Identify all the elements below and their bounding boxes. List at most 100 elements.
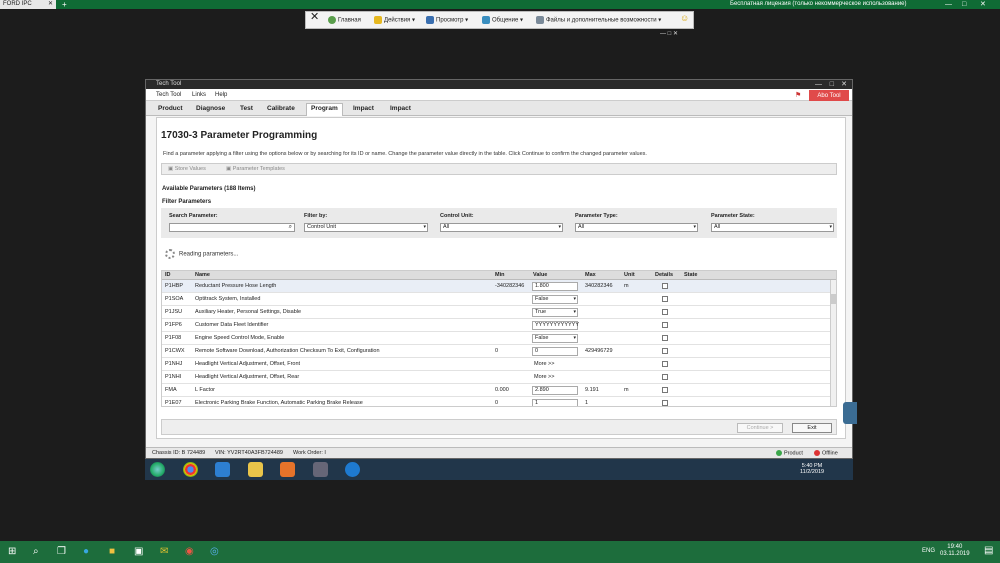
details-checkbox[interactable] — [662, 309, 668, 315]
maximize-icon[interactable]: □ — [668, 31, 672, 37]
details-checkbox[interactable] — [662, 361, 668, 367]
search-icon[interactable]: ⌕ — [289, 224, 292, 231]
maximize-icon[interactable]: □ — [830, 80, 834, 89]
minimize-icon[interactable]: — — [815, 80, 822, 89]
col-value[interactable]: Value — [533, 272, 547, 278]
menu-help[interactable]: Help — [215, 91, 227, 99]
tab-impact-2[interactable]: Impact — [386, 104, 415, 114]
col-state[interactable]: State — [684, 272, 697, 278]
mail-icon[interactable]: ✉ — [160, 545, 168, 559]
table-row[interactable]: P1HBP Reductant Pressure Hose Length -3402… — [162, 280, 836, 293]
smile-icon[interactable]: ☺ — [680, 14, 689, 23]
search-input[interactable]: ⌕ — [169, 223, 295, 232]
value-input[interactable]: 1.800 — [532, 282, 578, 291]
tab-test[interactable]: Test — [236, 104, 257, 114]
parameter-templates-button[interactable]: ▣ Parameter Templates — [226, 166, 285, 173]
table-row[interactable]: FMA L Factor 0.000 2.890 9.191 m — [162, 384, 836, 397]
folder-icon[interactable] — [248, 462, 263, 477]
exit-button[interactable]: Exit — [792, 423, 832, 433]
tab-product[interactable]: Product — [154, 104, 187, 114]
details-checkbox[interactable] — [662, 283, 668, 289]
table-row[interactable]: P1NHJ Headlight Vertical Adjustment, Offs… — [162, 358, 836, 371]
table-row[interactable]: P1FP6 Customer Data Fleet Identifier YYYYY… — [162, 319, 836, 332]
col-max[interactable]: Max — [585, 272, 596, 278]
value-select[interactable]: False ▾ — [532, 295, 578, 304]
filter-by-select[interactable]: Control Unit ▾ — [304, 223, 428, 232]
details-checkbox[interactable] — [662, 374, 668, 380]
store-icon[interactable]: ▣ — [134, 545, 143, 559]
col-details[interactable]: Details — [655, 272, 673, 278]
start-icon[interactable] — [150, 462, 165, 477]
more-link[interactable]: More >> — [534, 374, 554, 380]
maximize-icon[interactable]: □ — [962, 0, 966, 9]
value-input[interactable]: 1 — [532, 399, 578, 406]
close-icon[interactable]: ✕ — [841, 80, 847, 89]
tab-program[interactable]: Program — [306, 103, 343, 116]
table-row[interactable]: P1JSU Auxiliary Heater, Personal Settings… — [162, 306, 836, 319]
table-scrollbar[interactable] — [830, 280, 836, 406]
windows-start-icon[interactable]: ⊞ — [8, 545, 16, 559]
ie-icon[interactable] — [215, 462, 230, 477]
search-icon[interactable]: ⌕ — [33, 545, 39, 559]
view-menu[interactable]: Просмотр ▾ — [426, 16, 468, 26]
parameter-type-select[interactable]: All ▾ — [575, 223, 698, 232]
table-row[interactable]: P1F08 Engine Speed Control Mode, Enable Fa… — [162, 332, 836, 345]
teamviewer-icon[interactable] — [345, 462, 360, 477]
side-panel-handle[interactable] — [843, 402, 857, 424]
col-id[interactable]: ID — [165, 272, 171, 278]
tab-diagnose[interactable]: Diagnose — [192, 104, 229, 114]
task-view-icon[interactable]: ❐ — [57, 545, 66, 559]
table-row[interactable]: P1E07 Electronic Parking Brake Function, … — [162, 397, 836, 406]
chrome-icon[interactable]: ◉ — [185, 545, 194, 559]
table-row[interactable]: P1SOA Optitrack System, Installed False ▾ — [162, 293, 836, 306]
flag-icon[interactable]: ⚑ — [795, 91, 804, 99]
media-player-icon[interactable] — [280, 462, 295, 477]
edge-icon[interactable]: ● — [83, 545, 89, 559]
minimize-icon[interactable]: — — [945, 0, 952, 9]
close-session-icon[interactable]: ✕ — [310, 12, 319, 23]
menu-links[interactable]: Links — [192, 91, 206, 99]
details-checkbox[interactable] — [662, 387, 668, 393]
value-input[interactable]: 0 — [532, 347, 578, 356]
store-values-button[interactable]: ▣ Store Values — [168, 166, 206, 173]
details-checkbox[interactable] — [662, 348, 668, 354]
language-indicator[interactable]: ENG — [922, 548, 935, 555]
communication-menu[interactable]: Общение ▾ — [482, 16, 523, 26]
col-unit[interactable]: Unit — [624, 272, 635, 278]
value-input[interactable]: YYYYYYYYYYYY — [532, 321, 579, 330]
chrome-icon[interactable] — [183, 462, 198, 477]
host-clock[interactable]: 19:40 03.11.2019 — [940, 544, 970, 558]
value-input[interactable]: 2.890 — [532, 386, 578, 395]
col-min[interactable]: Min — [495, 272, 504, 278]
explorer-icon[interactable]: ■ — [109, 545, 115, 559]
details-checkbox[interactable] — [662, 296, 668, 302]
scrollbar-thumb[interactable] — [831, 294, 836, 304]
minimize-icon[interactable]: — — [660, 31, 666, 37]
files-menu[interactable]: Файлы и дополнительные возможности ▾ — [536, 16, 661, 26]
new-tab-button[interactable]: + — [62, 0, 67, 9]
continue-button[interactable]: Continue > — [737, 423, 783, 433]
home-button[interactable]: Главная — [328, 16, 361, 26]
tab-calibrate[interactable]: Calibrate — [263, 104, 299, 114]
tech-tool-icon[interactable] — [313, 462, 328, 477]
more-link[interactable]: More >> — [534, 361, 554, 367]
close-icon[interactable]: ✕ — [48, 0, 53, 9]
parameter-state-select[interactable]: All ▾ — [711, 223, 834, 232]
details-checkbox[interactable] — [662, 400, 668, 406]
menu-tech-tool[interactable]: Tech Tool — [156, 91, 181, 99]
teamviewer-icon[interactable]: ◎ — [210, 545, 219, 559]
col-name[interactable]: Name — [195, 272, 210, 278]
notifications-icon[interactable]: ▤ — [984, 544, 993, 558]
tab-impact[interactable]: Impact — [349, 104, 378, 114]
host-tab[interactable]: FORD IPC ✕ — [0, 0, 56, 9]
value-select[interactable]: True ▾ — [532, 308, 578, 317]
control-unit-select[interactable]: All ▾ — [440, 223, 563, 232]
close-window-icon[interactable]: ✕ — [980, 0, 986, 9]
details-checkbox[interactable] — [662, 335, 668, 341]
details-checkbox[interactable] — [662, 322, 668, 328]
value-select[interactable]: False ▾ — [532, 334, 578, 343]
close-icon[interactable]: ✕ — [673, 31, 678, 37]
table-row[interactable]: P1CWX Remote Software Download, Authoriza… — [162, 345, 836, 358]
actions-menu[interactable]: Действия ▾ — [374, 16, 415, 26]
table-row[interactable]: P1NHI Headlight Vertical Adjustment, Offs… — [162, 371, 836, 384]
